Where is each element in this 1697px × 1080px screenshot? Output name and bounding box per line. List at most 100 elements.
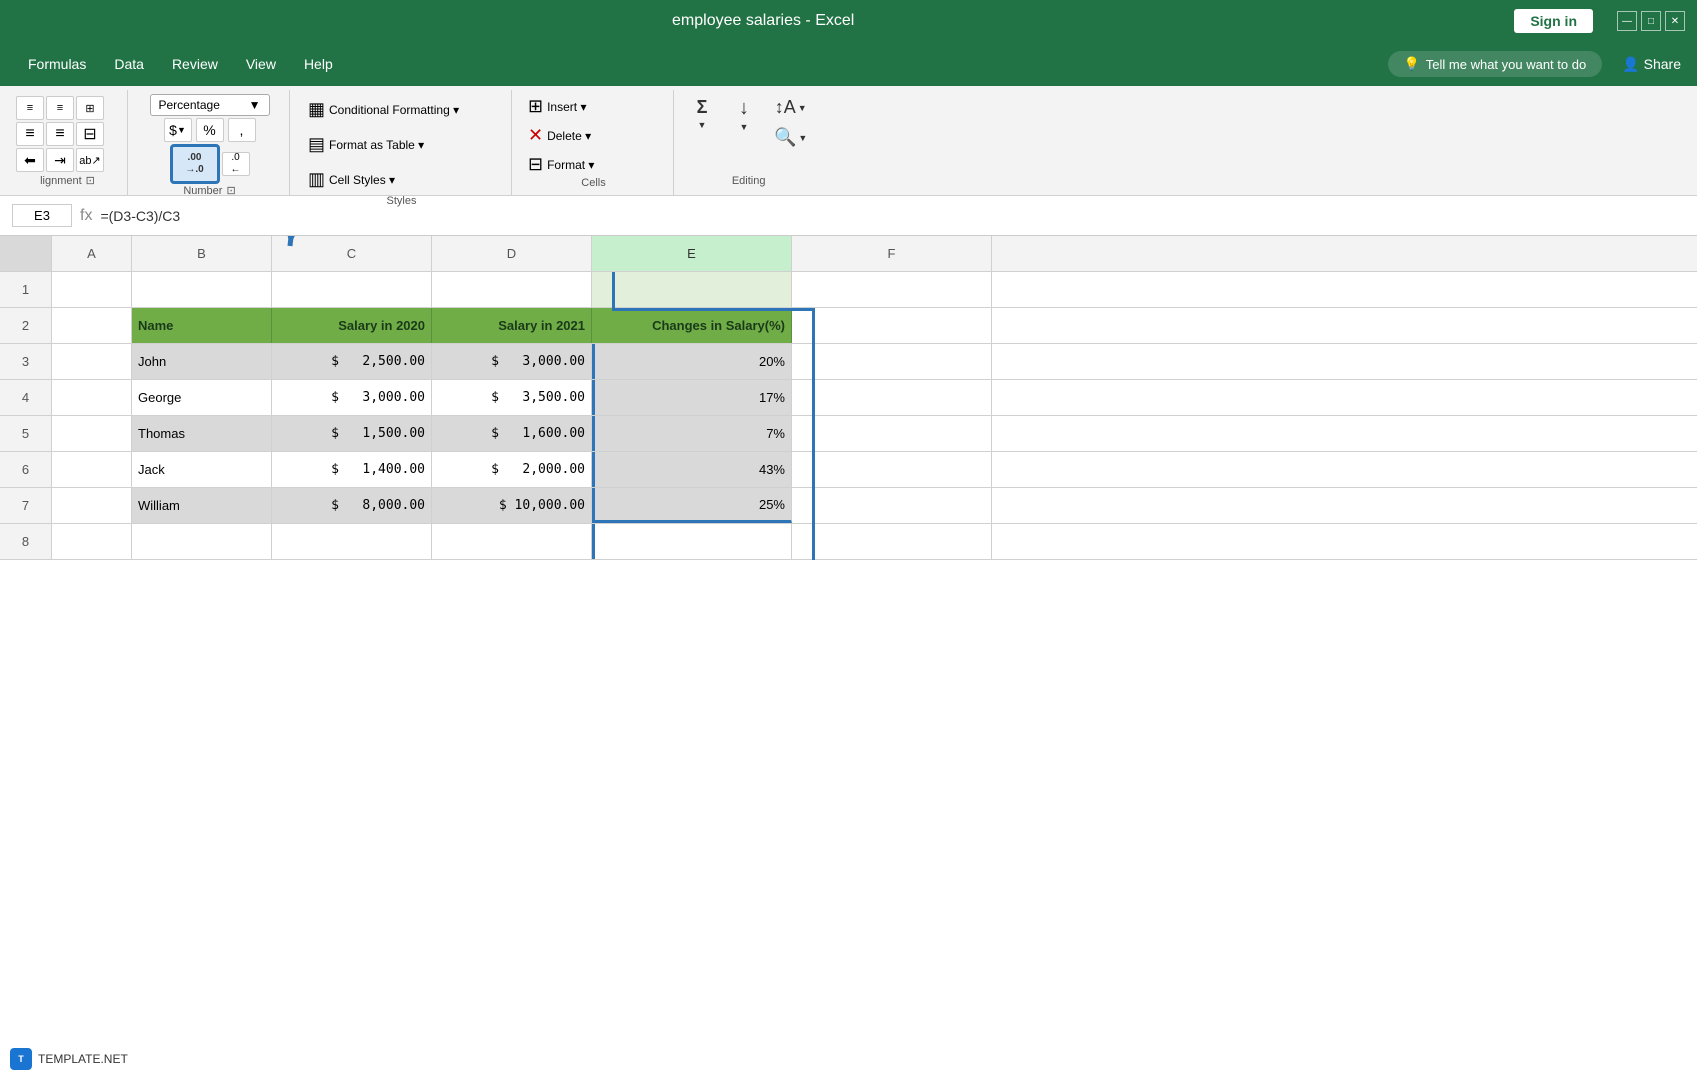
minimize-button[interactable]: — [1617, 11, 1637, 31]
cell-e4[interactable]: 17% [592, 380, 792, 415]
row-header-8[interactable]: 8 [0, 524, 51, 560]
cell-a2[interactable] [52, 308, 132, 343]
cell-f6[interactable] [792, 452, 992, 487]
menu-help[interactable]: Help [292, 50, 345, 78]
cell-f5[interactable] [792, 416, 992, 451]
orientation-btn[interactable]: ab↗ [76, 148, 104, 172]
row-header-3[interactable]: 3 [0, 344, 51, 380]
col-header-e[interactable]: E [592, 236, 792, 271]
find-select-button[interactable]: 🔍 ▼ [768, 124, 813, 151]
cell-e1[interactable] [592, 272, 792, 307]
delete-button[interactable]: ✕ Delete ▾ [522, 123, 597, 148]
cell-styles-button[interactable]: ▥ Cell Styles ▾ [300, 166, 403, 193]
col-header-d[interactable]: D [432, 236, 592, 271]
sort-filter-button[interactable]: ↕A ▼ [768, 94, 813, 121]
number-format-dropdown[interactable]: Percentage ▼ [150, 94, 270, 116]
row-header-6[interactable]: 6 [0, 452, 51, 488]
comma-button[interactable]: , [228, 118, 256, 142]
menu-formulas[interactable]: Formulas [16, 50, 98, 78]
cell-b3[interactable]: John [132, 344, 272, 379]
cell-c2[interactable]: Salary in 2020 [272, 308, 432, 343]
col-header-b[interactable]: B [132, 236, 272, 271]
decrease-decimal-button[interactable]: .00 →.0 [170, 144, 220, 184]
fill-button[interactable]: ↓ ▼ [726, 94, 762, 135]
cell-f2[interactable] [792, 308, 992, 343]
cell-b5[interactable]: Thomas [132, 416, 272, 451]
col-header-c[interactable]: C [272, 236, 432, 271]
cell-e5[interactable]: 7% [592, 416, 792, 451]
cell-d7[interactable]: $ 10,000.00 [432, 488, 592, 523]
row-header-7[interactable]: 7 [0, 488, 51, 524]
align-mid-center-btn[interactable]: ≡ [46, 122, 74, 146]
cell-reference-box[interactable]: E3 [12, 204, 72, 227]
maximize-button[interactable]: □ [1641, 11, 1661, 31]
cell-f8[interactable] [792, 524, 992, 559]
cell-c8[interactable] [272, 524, 432, 559]
cell-f4[interactable] [792, 380, 992, 415]
insert-button[interactable]: ⊞ Insert ▾ [522, 94, 592, 119]
cell-e3[interactable]: 20% [592, 344, 792, 379]
number-dialog-launcher[interactable]: ⊡ [226, 184, 235, 197]
cell-d3[interactable]: $ 3,000.00 [432, 344, 592, 379]
tell-me-box[interactable]: 💡 Tell me what you want to do [1388, 51, 1603, 77]
indent-increase-btn[interactable]: ⇥ [46, 148, 74, 172]
cell-f3[interactable] [792, 344, 992, 379]
cell-e7[interactable]: 25% [592, 488, 792, 523]
align-top-center-btn[interactable]: ≡ [46, 96, 74, 120]
cell-a5[interactable] [52, 416, 132, 451]
row-header-5[interactable]: 5 [0, 416, 51, 452]
align-top-left-btn[interactable]: ≡ [16, 96, 44, 120]
row-header-1[interactable]: 1 [0, 272, 51, 308]
autosum-button[interactable]: Σ ▼ [684, 94, 720, 133]
col-header-a[interactable]: A [52, 236, 132, 271]
currency-button[interactable]: $ ▼ [164, 118, 192, 142]
cell-b8[interactable] [132, 524, 272, 559]
cell-b7[interactable]: William [132, 488, 272, 523]
cell-c3[interactable]: $ 2,500.00 [272, 344, 432, 379]
cell-d1[interactable] [432, 272, 592, 307]
share-button[interactable]: 👤 Share [1622, 56, 1681, 73]
menu-data[interactable]: Data [102, 50, 156, 78]
cell-a7[interactable] [52, 488, 132, 523]
cell-b2[interactable]: Name [132, 308, 272, 343]
cell-d2[interactable]: Salary in 2021 [432, 308, 592, 343]
cell-f7[interactable] [792, 488, 992, 523]
cell-e8[interactable] [592, 524, 792, 559]
format-button[interactable]: ⊟ Format ▾ [522, 152, 600, 177]
close-button[interactable]: ✕ [1665, 11, 1685, 31]
cell-c1[interactable] [272, 272, 432, 307]
cell-a1[interactable] [52, 272, 132, 307]
cell-d8[interactable] [432, 524, 592, 559]
conditional-formatting-button[interactable]: ▦ Conditional Formatting ▾ [300, 96, 467, 123]
cell-d6[interactable]: $ 2,000.00 [432, 452, 592, 487]
menu-review[interactable]: Review [160, 50, 230, 78]
alignment-dialog-launcher[interactable]: ⊡ [86, 174, 95, 187]
increase-decimal-button[interactable]: .0 ← [222, 152, 250, 176]
cell-a3[interactable] [52, 344, 132, 379]
cell-d5[interactable]: $ 1,600.00 [432, 416, 592, 451]
percent-button[interactable]: % [196, 118, 224, 142]
cell-b4[interactable]: George [132, 380, 272, 415]
row-header-2[interactable]: 2 [0, 308, 51, 344]
wrap-text-btn[interactable]: ⊞ [76, 96, 104, 120]
cell-d4[interactable]: $ 3,500.00 [432, 380, 592, 415]
menu-view[interactable]: View [234, 50, 288, 78]
cell-e2[interactable]: Changes in Salary(%) [592, 308, 792, 343]
cell-c7[interactable]: $ 8,000.00 [272, 488, 432, 523]
cell-b6[interactable]: Jack [132, 452, 272, 487]
cell-a8[interactable] [52, 524, 132, 559]
cell-f1[interactable] [792, 272, 992, 307]
merge-btn[interactable]: ⊟ [76, 122, 104, 146]
align-mid-left-btn[interactable]: ≡ [16, 122, 44, 146]
sign-in-button[interactable]: Sign in [1514, 9, 1593, 33]
cell-b1[interactable] [132, 272, 272, 307]
cell-c4[interactable]: $ 3,000.00 [272, 380, 432, 415]
cell-c5[interactable]: $ 1,500.00 [272, 416, 432, 451]
cell-a6[interactable] [52, 452, 132, 487]
row-header-4[interactable]: 4 [0, 380, 51, 416]
format-as-table-button[interactable]: ▤ Format as Table ▾ [300, 131, 432, 158]
indent-decrease-btn[interactable]: ⬅ [16, 148, 44, 172]
col-header-f[interactable]: F [792, 236, 992, 271]
cell-c6[interactable]: $ 1,400.00 [272, 452, 432, 487]
cell-a4[interactable] [52, 380, 132, 415]
